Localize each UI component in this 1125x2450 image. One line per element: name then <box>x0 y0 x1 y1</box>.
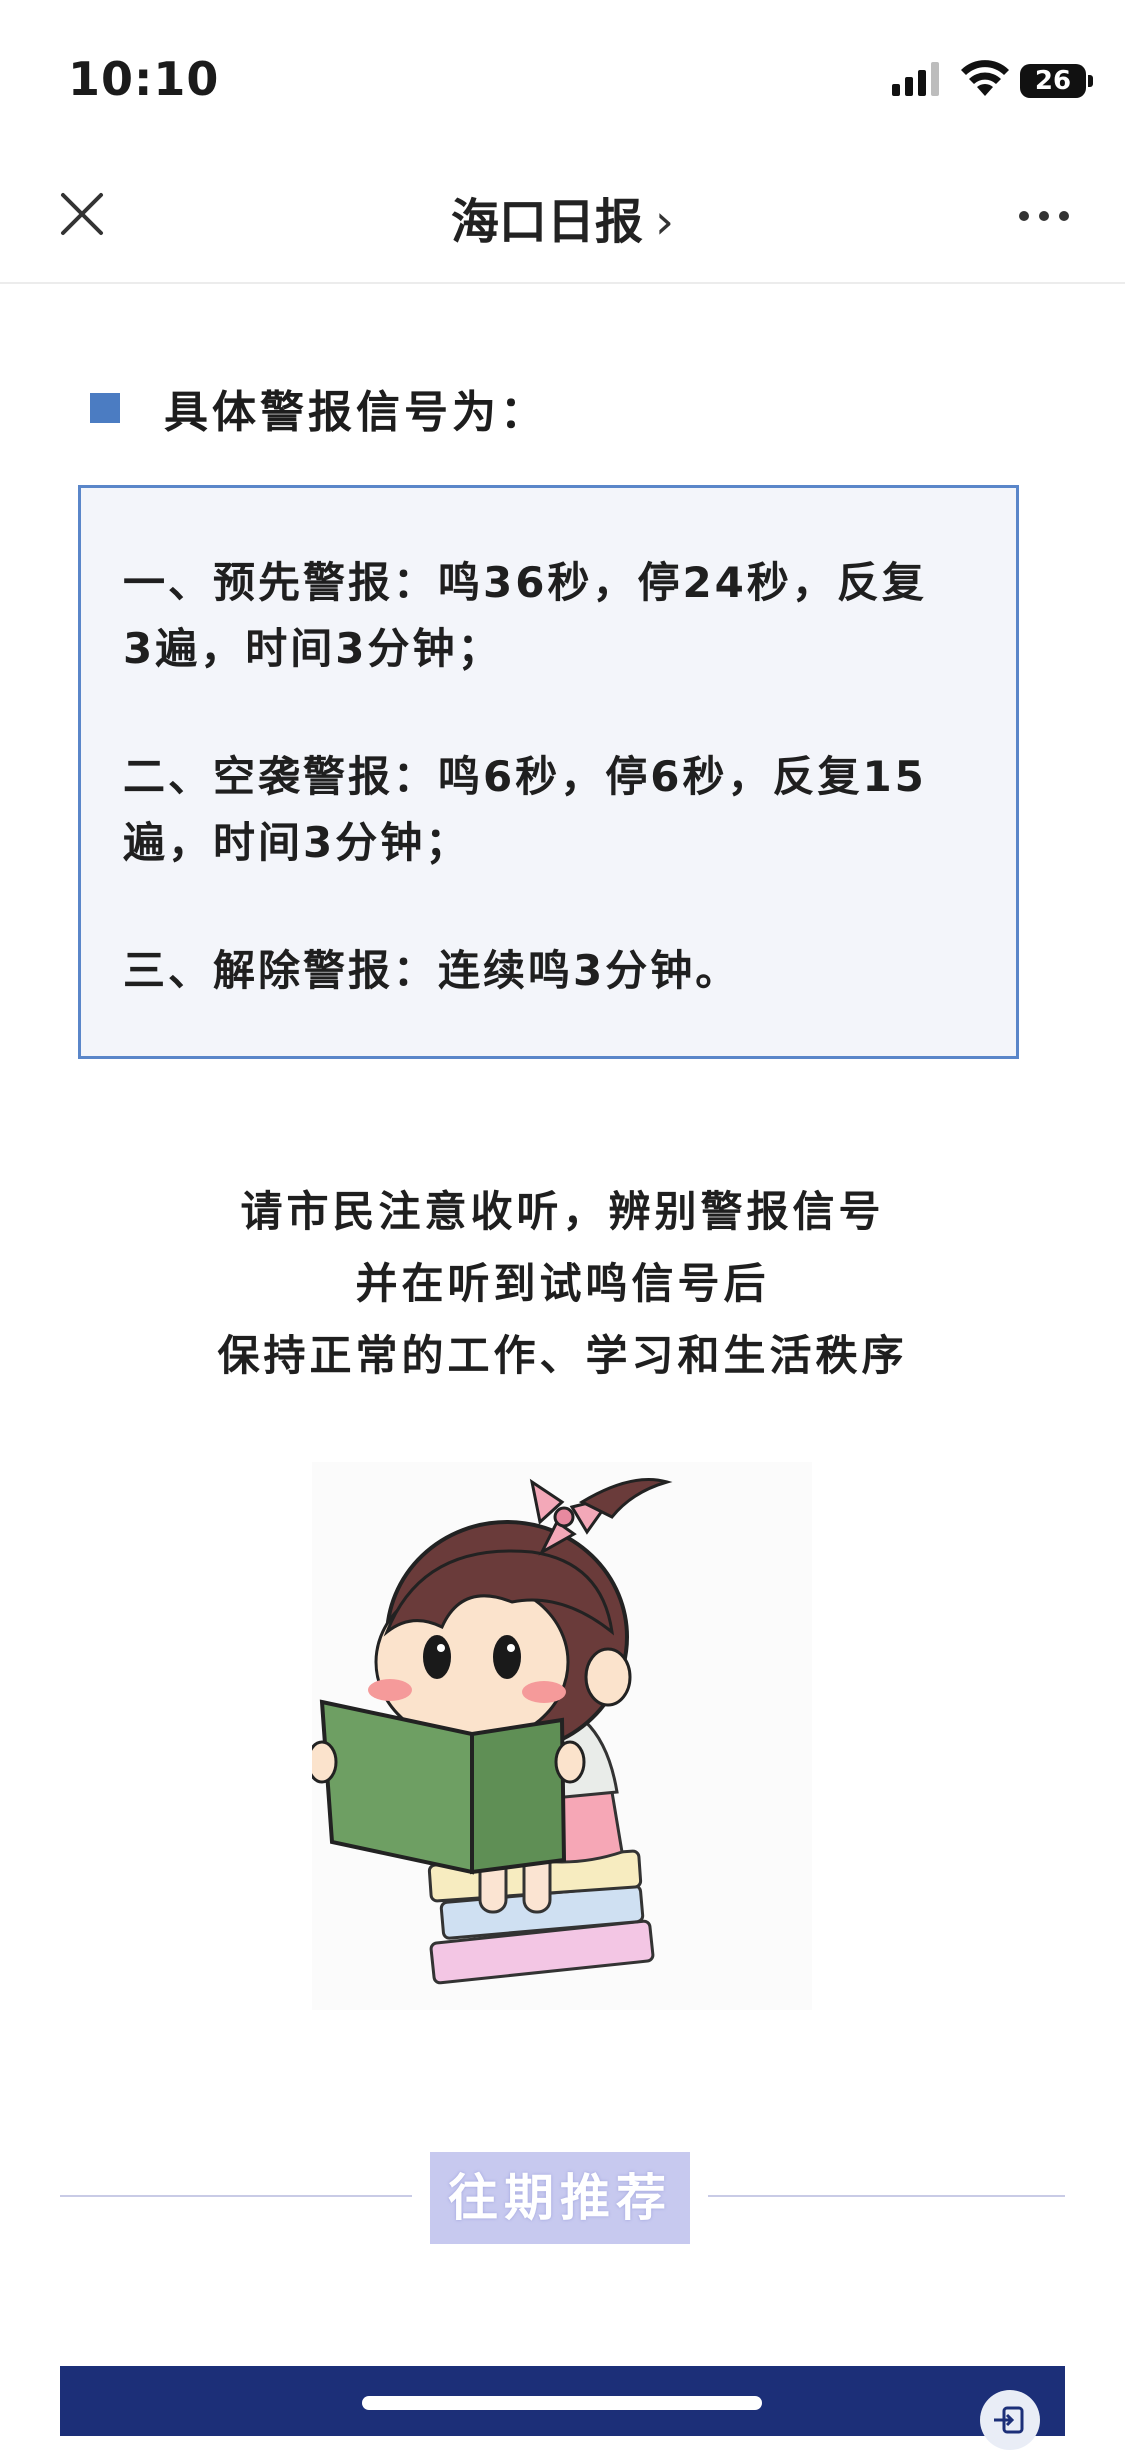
wifi-icon <box>961 60 1009 96</box>
alarm-signals-box: 一、预先警报：鸣36秒，停24秒，反复 3遍，时间3分钟； 二、空袭警报：鸣6秒… <box>78 485 1019 1059</box>
alarm-line: 三、解除警报：连续鸣3分钟。 <box>123 946 741 995</box>
divider-line <box>60 2195 412 2197</box>
notice-line: 保持正常的工作、学习和生活秩序 <box>217 1331 908 1380</box>
home-indicator[interactable] <box>362 2396 762 2410</box>
girl-reading-illustration <box>312 1462 812 2010</box>
account-title-link[interactable]: 海口日报 › <box>0 182 1125 252</box>
square-bullet-icon <box>90 393 120 423</box>
notice-line: 并在听到试鸣信号后 <box>355 1259 770 1308</box>
heading-text: 具体警报信号为： <box>164 387 548 438</box>
status-time: 10:10 <box>68 52 220 106</box>
divider-line <box>708 2195 1065 2197</box>
alarm-line: 一、预先警报：鸣36秒，停24秒，反复 <box>123 558 927 607</box>
status-bar: 10:10 26 <box>0 0 1125 150</box>
alarm-line: 3遍，时间3分钟； <box>123 624 503 673</box>
battery-icon: 26 <box>1020 64 1086 98</box>
battery-tip <box>1088 75 1093 87</box>
nav-bar: 海口日报 › <box>0 150 1125 284</box>
chevron-right-icon: › <box>654 194 675 250</box>
signal-icon <box>892 62 939 96</box>
alarm-line: 遍，时间3分钟； <box>123 818 471 867</box>
more-icon[interactable] <box>1016 208 1072 224</box>
notice-text: 请市民注意收听，辨别警报信号 并在听到试鸣信号后 保持正常的工作、学习和生活秩序 <box>0 1176 1125 1392</box>
past-recommendations-label: 往期推荐 <box>430 2152 690 2244</box>
alarm-line: 二、空袭警报：鸣6秒，停6秒，反复15 <box>123 752 927 801</box>
past-recommendations-divider: 往期推荐 <box>0 2148 1125 2244</box>
notice-line: 请市民注意收听，辨别警报信号 <box>240 1187 885 1236</box>
exit-icon[interactable] <box>980 2390 1040 2450</box>
section-heading: 具体警报信号为： <box>90 378 548 438</box>
account-name: 海口日报 <box>450 194 643 250</box>
